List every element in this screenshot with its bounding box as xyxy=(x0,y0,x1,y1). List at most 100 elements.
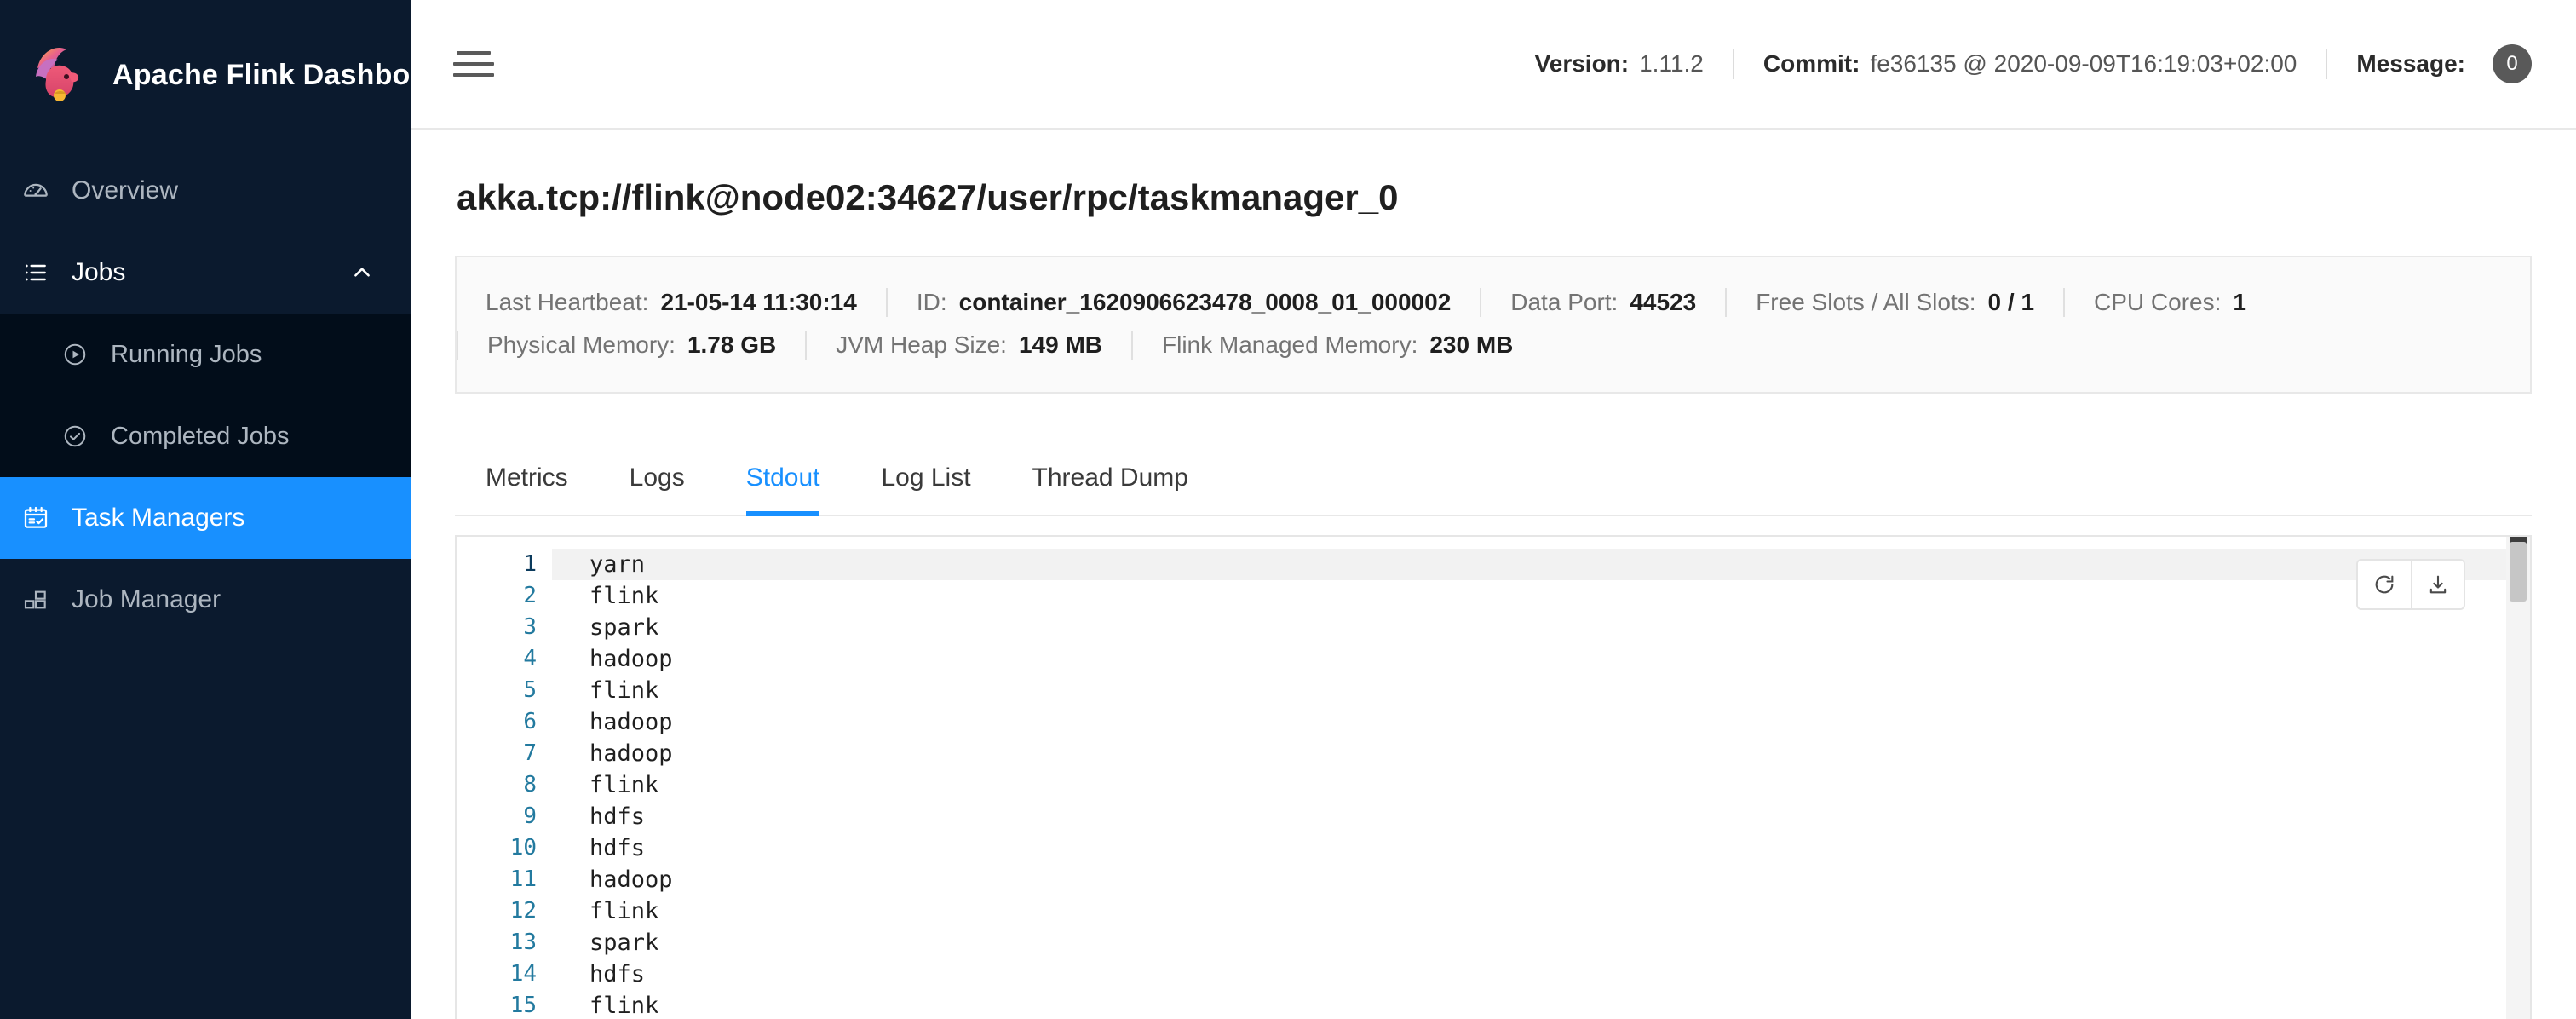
info-label: Flink Managed Memory: xyxy=(1162,331,1418,358)
sidebar-item-overview[interactable]: Overview xyxy=(0,150,411,232)
line-number: 11 xyxy=(509,866,537,892)
sidebar-item-label: Jobs xyxy=(72,258,126,286)
taskmanager-info-card: Last Heartbeat: 21-05-14 11:30:14 ID: co… xyxy=(455,256,2532,394)
info-jvm-heap-size: JVM Heap Size: 149 MB xyxy=(807,331,1131,359)
sidebar-item-jobs[interactable]: Jobs xyxy=(0,232,411,314)
info-physical-memory: Physical Memory: 1.78 GB xyxy=(458,331,805,359)
line-number: 2 xyxy=(523,583,537,608)
info-value: 149 MB xyxy=(1018,331,1103,358)
sidebar-item-job-manager[interactable]: Job Manager xyxy=(0,559,411,641)
line-number: 6 xyxy=(523,709,537,734)
info-label: CPU Cores: xyxy=(2094,289,2222,315)
page-title: akka.tcp://flink@node02:34627/user/rpc/t… xyxy=(457,177,1399,217)
info-value: 0 / 1 xyxy=(1987,289,2035,315)
info-free-slots: Free Slots / All Slots: 0 / 1 xyxy=(1727,289,2063,316)
jobs-submenu: Running Jobs Completed Jobs xyxy=(0,314,411,477)
code-line: hadoop xyxy=(589,709,673,735)
topbar: Version: 1.11.2 Commit: fe36135 @ 2020-0… xyxy=(411,0,2576,130)
chevron-up-icon[interactable] xyxy=(351,262,373,284)
version-value: 1.11.2 xyxy=(1639,50,1704,77)
info-label: JVM Heap Size: xyxy=(836,331,1007,358)
line-number: 15 xyxy=(509,993,537,1018)
code-line: flink xyxy=(589,583,659,609)
scrollbar-thumb[interactable] xyxy=(2510,542,2527,602)
message-label: Message: xyxy=(2356,50,2465,77)
sidebar-nav: Overview Jobs Running Jobs Completed Job… xyxy=(0,150,411,641)
line-number: 12 xyxy=(509,898,537,924)
info-value: 230 MB xyxy=(1429,331,1514,358)
version-group: Version: 1.11.2 xyxy=(1535,50,1704,78)
commit-value: fe36135 @ 2020-09-09T16:19:03+02:00 xyxy=(1870,50,2297,77)
code-line: hdfs xyxy=(589,803,646,830)
list-icon xyxy=(19,256,53,290)
play-circle-icon xyxy=(58,337,92,371)
code-line: spark xyxy=(589,930,659,956)
code-area[interactable]: yarn flink spark hadoop flink hadoop had… xyxy=(552,537,2530,1019)
check-circle-icon xyxy=(58,419,92,453)
info-value: 44523 xyxy=(1630,289,1697,315)
line-number: 13 xyxy=(509,930,537,955)
tab-bar: Metrics Logs Stdout Log List Thread Dump xyxy=(455,438,2532,516)
message-count-badge[interactable]: 0 xyxy=(2493,44,2532,83)
sidebar-item-label: Job Manager xyxy=(72,585,221,613)
info-flink-managed-memory: Flink Managed Memory: 230 MB xyxy=(1133,331,1542,359)
info-value: 1 xyxy=(2233,289,2246,315)
version-label: Version: xyxy=(1534,50,1630,77)
info-label: Last Heartbeat: xyxy=(486,289,649,315)
code-line: flink xyxy=(589,677,659,704)
line-number: 14 xyxy=(509,961,537,987)
info-label: Physical Memory: xyxy=(487,331,676,358)
info-id: ID: container_1620906623478_0008_01_0000… xyxy=(888,289,1480,316)
info-label: ID: xyxy=(916,289,947,315)
info-last-heartbeat: Last Heartbeat: 21-05-14 11:30:14 xyxy=(457,289,886,316)
main-area: Version: 1.11.2 Commit: fe36135 @ 2020-0… xyxy=(411,0,2576,1019)
code-line: yarn xyxy=(552,549,2530,580)
tab-metrics[interactable]: Metrics xyxy=(455,438,599,515)
message-group[interactable]: Message: 0 xyxy=(2356,44,2532,83)
tab-logs[interactable]: Logs xyxy=(599,438,716,515)
code-line: hadoop xyxy=(589,866,673,893)
line-number: 10 xyxy=(509,835,537,861)
dashboard-icon xyxy=(19,174,53,208)
code-line: flink xyxy=(589,898,659,924)
tab-thread-dump[interactable]: Thread Dump xyxy=(1002,438,1219,515)
brand[interactable]: Apache Flink Dashboard xyxy=(0,0,456,150)
stdout-editor: 1 2 3 4 5 6 7 8 9 10 11 12 13 14 15 16 1 xyxy=(455,535,2532,1019)
app-root: Apache Flink Dashboard Overview Jobs Run… xyxy=(0,0,2576,1019)
line-number: 7 xyxy=(523,740,537,766)
topbar-meta: Version: 1.11.2 Commit: fe36135 @ 2020-0… xyxy=(1535,44,2532,83)
sidebar-item-running-jobs[interactable]: Running Jobs xyxy=(0,314,411,395)
line-number: 3 xyxy=(523,614,537,640)
line-number: 9 xyxy=(523,803,537,829)
line-number: 4 xyxy=(523,646,537,671)
code-line: hadoop xyxy=(589,740,673,767)
sidebar-item-completed-jobs[interactable]: Completed Jobs xyxy=(0,395,411,477)
line-number: 8 xyxy=(523,772,537,797)
info-value: container_1620906623478_0008_01_000002 xyxy=(958,289,1452,315)
vertical-scrollbar[interactable] xyxy=(2506,537,2530,1019)
code-line: hdfs xyxy=(589,835,646,861)
sidebar-item-label: Running Jobs xyxy=(111,340,262,368)
sidebar-item-label: Overview xyxy=(72,176,179,204)
commit-group: Commit: fe36135 @ 2020-09-09T16:19:03+02… xyxy=(1763,50,2297,78)
sidebar-item-task-managers[interactable]: Task Managers xyxy=(0,477,411,559)
info-row-2: Physical Memory: 1.78 GB JVM Heap Size: … xyxy=(457,324,2530,366)
line-number-gutter: 1 2 3 4 5 6 7 8 9 10 11 12 13 14 15 16 1 xyxy=(457,537,552,1019)
task-board-icon xyxy=(19,501,53,535)
refresh-button[interactable] xyxy=(2358,561,2411,608)
download-button[interactable] xyxy=(2411,561,2464,608)
hamburger-menu-icon[interactable] xyxy=(450,40,497,88)
line-number: 5 xyxy=(523,677,537,703)
info-cpu-cores: CPU Cores: 1 xyxy=(2065,289,2275,316)
info-value: 1.78 GB xyxy=(687,331,777,358)
sidebar: Apache Flink Dashboard Overview Jobs Run… xyxy=(0,0,456,1019)
code-line: flink xyxy=(589,772,659,798)
content: akka.tcp://flink@node02:34627/user/rpc/t… xyxy=(411,130,2576,1019)
tab-log-list[interactable]: Log List xyxy=(850,438,1001,515)
tab-stdout[interactable]: Stdout xyxy=(716,438,851,516)
commit-label: Commit: xyxy=(1762,50,1860,77)
code-line: flink xyxy=(589,993,659,1019)
code-line: spark xyxy=(589,614,659,641)
editor-action-group xyxy=(2356,559,2465,610)
brand-title: Apache Flink Dashboard xyxy=(112,58,457,91)
